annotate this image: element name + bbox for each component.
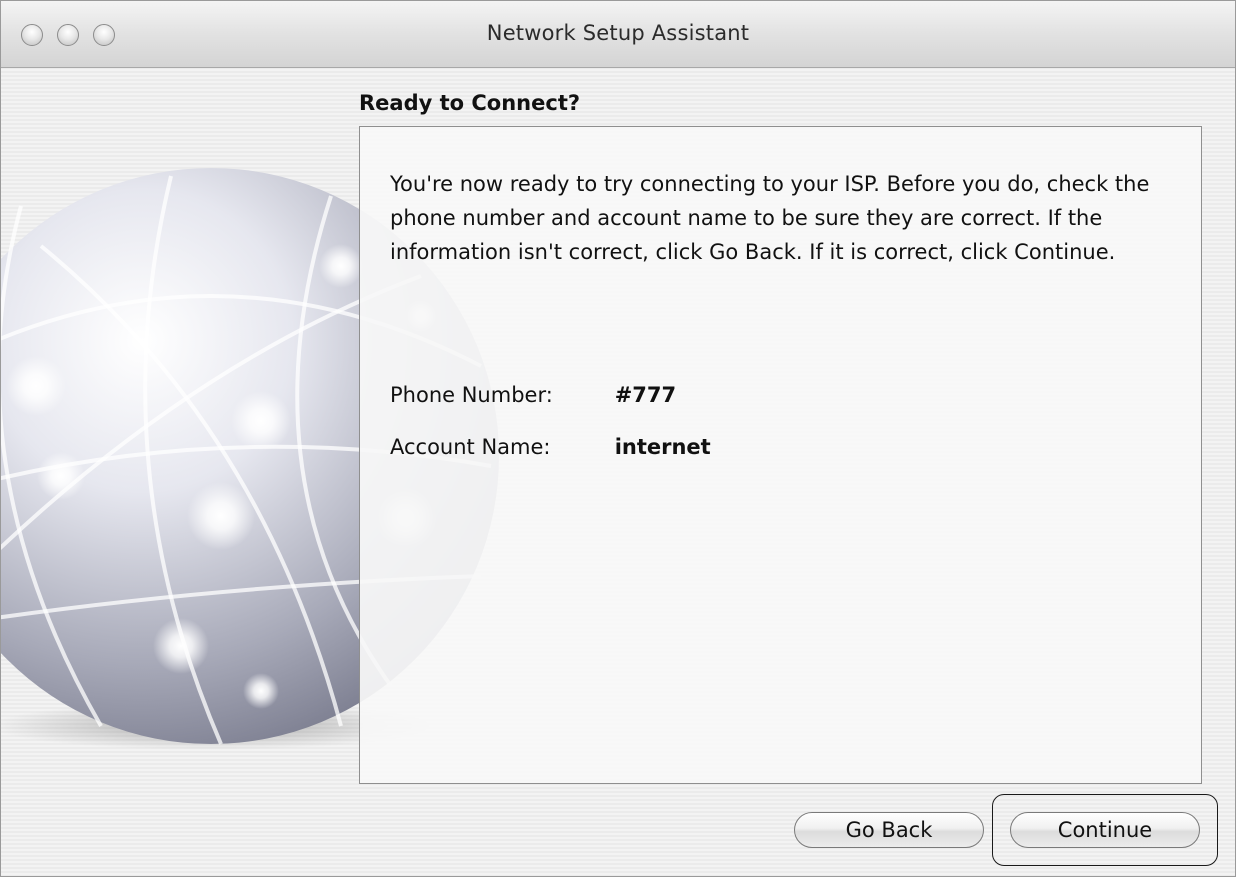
window-title: Network Setup Assistant xyxy=(486,21,750,45)
phone-number-value: #777 xyxy=(614,383,677,407)
phone-number-row: Phone Number: #777 xyxy=(390,383,676,407)
account-name-value: internet xyxy=(614,435,711,459)
title-bar[interactable]: Network Setup Assistant xyxy=(1,1,1235,68)
account-name-row: Account Name: internet xyxy=(390,435,711,459)
go-back-button[interactable]: Go Back xyxy=(794,812,984,848)
continue-button[interactable]: Continue xyxy=(1010,812,1200,848)
instructions-text: You're now ready to try connecting to yo… xyxy=(390,172,1150,264)
account-name-label: Account Name: xyxy=(390,435,551,459)
assistant-window: Network Setup Assistant Ready to Connect… xyxy=(0,0,1236,877)
page-title: Ready to Connect? xyxy=(359,91,581,115)
phone-number-label: Phone Number: xyxy=(390,383,553,407)
content-panel: You're now ready to try connecting to yo… xyxy=(359,126,1202,784)
